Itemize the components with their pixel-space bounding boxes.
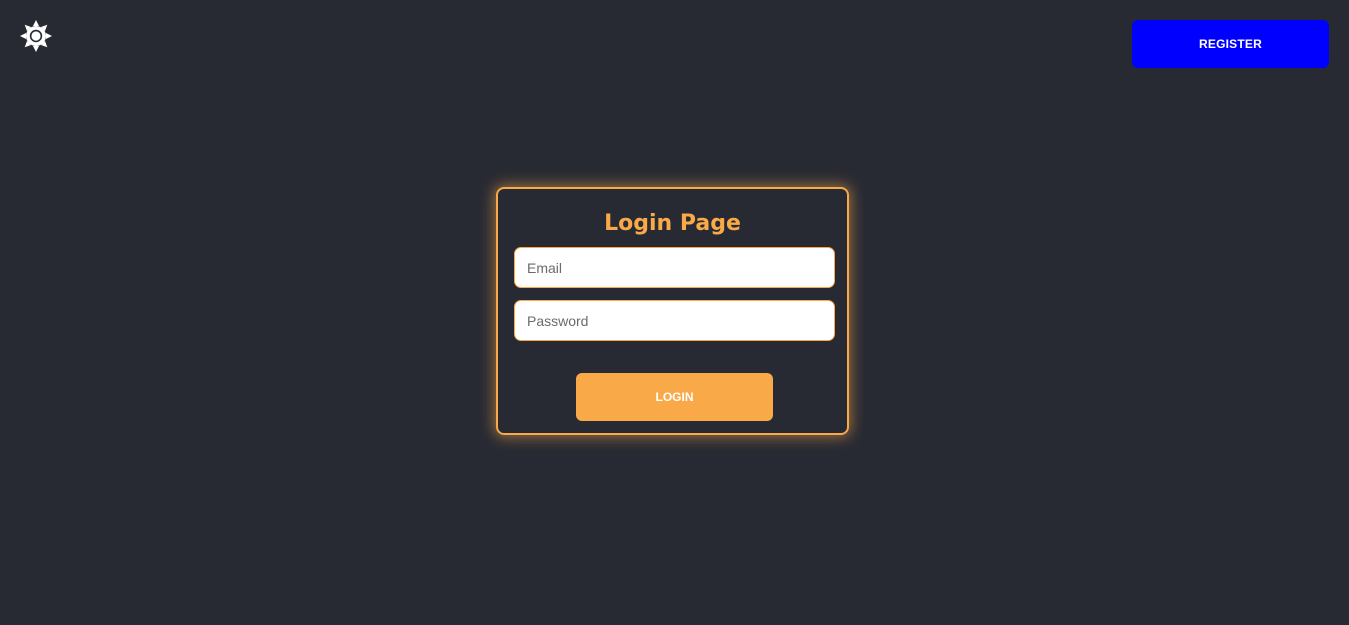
login-page: REGISTER Login Page LOGIN	[0, 0, 1349, 625]
email-field[interactable]	[514, 247, 835, 288]
register-button[interactable]: REGISTER	[1132, 20, 1329, 68]
login-button[interactable]: LOGIN	[576, 373, 773, 421]
login-card: Login Page LOGIN	[496, 187, 849, 435]
password-field[interactable]	[514, 300, 835, 341]
sun-icon	[19, 19, 53, 53]
theme-toggle-button[interactable]	[18, 18, 54, 54]
page-title: Login Page	[604, 211, 741, 236]
